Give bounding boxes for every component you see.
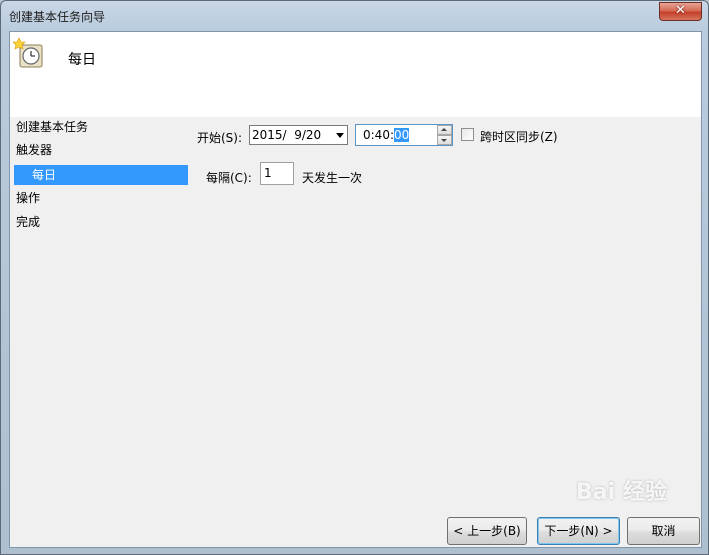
- start-time-input[interactable]: 0:40:00: [355, 124, 453, 146]
- start-date-value: 2015/ 9/20: [252, 128, 322, 142]
- wizard-window: 创建基本任务向导 ✕ 每日 创建基本任务 触发器 每日 操作 完成 开始(S):…: [0, 0, 709, 555]
- recur-days-value: 1: [264, 166, 272, 180]
- close-button[interactable]: ✕: [659, 2, 702, 21]
- start-time-hours-minutes: 0:40:: [363, 128, 394, 142]
- nav-step-trigger[interactable]: 触发器: [16, 140, 52, 160]
- title-bar[interactable]: 创建基本任务向导 ✕: [1, 1, 708, 31]
- spin-up-icon[interactable]: [437, 125, 452, 135]
- close-icon: ✕: [675, 3, 686, 18]
- start-date-picker[interactable]: 2015/ 9/20: [249, 125, 348, 145]
- window-title: 创建基本任务向导: [9, 10, 106, 24]
- nav-step-finish[interactable]: 完成: [16, 212, 40, 232]
- cancel-button[interactable]: 取消: [627, 517, 700, 545]
- wizard-step-nav: 创建基本任务 触发器 每日 操作 完成: [10, 117, 190, 537]
- recur-days-input[interactable]: 1: [260, 162, 294, 185]
- recur-unit-label: 天发生一次: [302, 171, 363, 185]
- next-button[interactable]: 下一步(N) >: [537, 517, 620, 545]
- timezone-sync-label[interactable]: 跨时区同步(Z): [480, 128, 558, 145]
- wizard-client-area: 每日 创建基本任务 触发器 每日 操作 完成 开始(S): 2015/ 9/20…: [9, 31, 702, 548]
- timezone-sync-checkbox[interactable]: [461, 128, 474, 141]
- nav-step-daily[interactable]: 每日: [14, 165, 188, 185]
- nav-step-action[interactable]: 操作: [16, 188, 40, 208]
- scheduled-task-clock-icon: [13, 37, 43, 68]
- page-title: 每日: [68, 52, 96, 68]
- time-spinner[interactable]: [437, 125, 452, 145]
- nav-step-create-basic-task[interactable]: 创建基本任务: [16, 117, 88, 137]
- start-time-value: 0:40:00: [363, 128, 410, 142]
- wizard-header: 每日: [10, 32, 701, 117]
- chevron-down-icon[interactable]: [336, 133, 344, 138]
- recur-label: 每隔(C):: [206, 171, 252, 185]
- back-button[interactable]: < 上一步(B): [447, 517, 527, 545]
- start-time-seconds-selected: 00: [394, 128, 410, 142]
- spin-down-icon[interactable]: [437, 135, 452, 145]
- start-label: 开始(S):: [197, 131, 243, 145]
